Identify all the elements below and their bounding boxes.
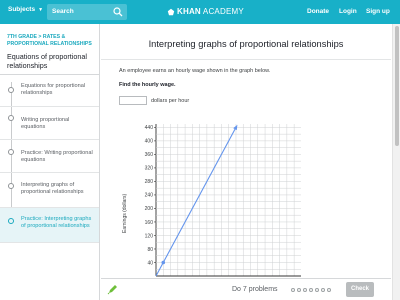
progress-dot xyxy=(291,288,295,292)
y-axis-label: Earnings (dollars) xyxy=(122,193,128,233)
leaf-logo-icon xyxy=(167,8,175,15)
y-tick-label: 80 xyxy=(147,247,153,253)
breadcrumb[interactable]: 7th grade > Rates & proportional relatio… xyxy=(7,34,97,48)
page-scrollbar[interactable] xyxy=(392,24,400,300)
y-tick-label: 160 xyxy=(145,220,154,226)
exercise-footer: Do 7 problems Check xyxy=(101,278,391,300)
progress-dot xyxy=(327,288,331,292)
exercise-title: Interpreting graphs of proportional rela… xyxy=(148,39,344,49)
circle-icon xyxy=(8,149,14,155)
subjects-menu[interactable]: Subjects ▼ xyxy=(8,6,43,13)
check-button[interactable]: Check xyxy=(346,282,374,297)
y-tick-label: 120 xyxy=(145,233,154,239)
khan-academy-logo[interactable]: KHAN ACADEMY xyxy=(167,7,244,16)
answer-unit-label: dollars per hour xyxy=(151,98,190,104)
y-tick-label: 360 xyxy=(145,152,154,158)
circle-icon xyxy=(8,87,14,93)
sidebar-item-label: Practice: Writing proportional equations xyxy=(21,150,93,163)
circle-icon xyxy=(8,183,14,189)
answer-input[interactable] xyxy=(119,96,147,105)
circle-icon xyxy=(8,115,14,121)
y-tick-label: 320 xyxy=(145,166,154,172)
sidebar: 7th grade > Rates & proportional relatio… xyxy=(0,24,100,300)
login-link[interactable]: Login xyxy=(339,8,357,15)
sidebar-item-equations-for-proportional[interactable]: Equations for proportional relationships xyxy=(0,75,99,107)
scratchpad-pencil-icon[interactable] xyxy=(107,283,119,295)
sidebar-item-interpreting-graphs[interactable]: Interpreting graphs of proportional rela… xyxy=(0,173,99,208)
sidebar-item-label: Writing proportional equations xyxy=(21,117,70,130)
data-point xyxy=(161,260,166,265)
sidebar-item-writing-equations[interactable]: Writing proportional equations xyxy=(0,107,99,140)
sidebar-item-label: Practice: Interpreting graphs of proport… xyxy=(21,216,92,229)
title-divider xyxy=(101,59,391,60)
problem-question: Find the hourly wage. xyxy=(119,82,176,88)
progress-label: Do 7 problems xyxy=(232,286,278,293)
y-tick-label: 280 xyxy=(145,179,154,185)
problem-prompt: An employee earns an hourly wage shown i… xyxy=(119,68,271,74)
y-tick-label: 400 xyxy=(145,139,154,145)
search-icon[interactable] xyxy=(113,7,123,17)
sidebar-item-label: Equations for proportional relationships xyxy=(21,83,86,96)
subjects-label: Subjects xyxy=(8,6,36,13)
search-input[interactable]: Search xyxy=(47,4,127,20)
search-placeholder: Search xyxy=(52,8,74,15)
progress-dot xyxy=(321,288,325,292)
graph-grid xyxy=(155,124,301,277)
sidebar-item-label: Interpreting graphs of proportional rela… xyxy=(21,182,84,195)
scrollbar-thumb[interactable] xyxy=(395,26,399,146)
problem-progress-dots xyxy=(291,288,331,292)
sidebar-item-practice-interpreting[interactable]: Practice: Interpreting graphs of proport… xyxy=(0,208,99,243)
y-tick-label: 440 xyxy=(145,125,154,131)
y-tick-label: 200 xyxy=(145,206,154,212)
sidebar-title: Equations of proportional relationships xyxy=(7,52,87,70)
y-tick-label: 40 xyxy=(147,260,153,266)
chevron-down-icon: ▼ xyxy=(38,6,44,13)
progress-dot xyxy=(303,288,307,292)
y-tick-label: 240 xyxy=(145,193,154,199)
circle-icon xyxy=(8,218,14,224)
wage-graph: 40 80 120 160 200 240 280 320 360 400 440 Earnings… xyxy=(122,124,301,277)
top-nav-bar: Subjects ▼ Search KHAN ACADEMY Donate Log… xyxy=(0,0,400,24)
signup-link[interactable]: Sign up xyxy=(366,8,390,15)
sidebar-item-practice-writing[interactable]: Practice: Writing proportional equations xyxy=(0,140,99,173)
progress-dot xyxy=(315,288,319,292)
progress-dot xyxy=(297,288,301,292)
progress-dot xyxy=(309,288,313,292)
y-axis-ticks: 40 80 120 160 200 240 280 320 360 400 440 xyxy=(145,125,156,266)
logo-light-text: ACADEMY xyxy=(202,7,244,16)
donate-link[interactable]: Donate xyxy=(307,8,329,15)
logo-bold-text: KHAN xyxy=(177,7,201,16)
